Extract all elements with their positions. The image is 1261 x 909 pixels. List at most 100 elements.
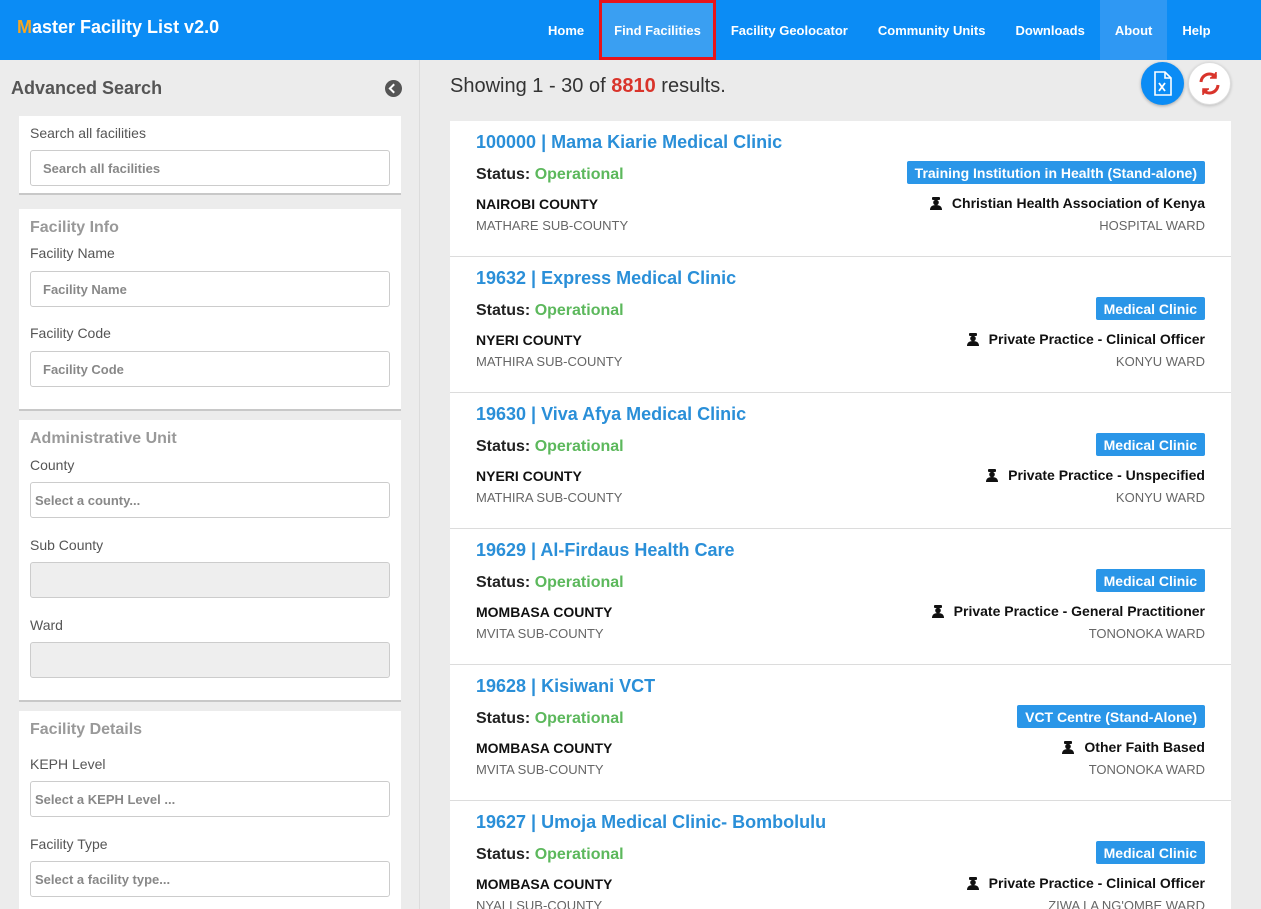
- owner-icon: [966, 876, 979, 890]
- facility-subcounty: MATHIRA SUB-COUNTY: [476, 354, 623, 369]
- facility-type-badge: VCT Centre (Stand-Alone): [1017, 705, 1205, 728]
- facility-name-input[interactable]: [30, 271, 390, 307]
- results-summary: Showing 1 - 30 of 8810 results.: [450, 75, 726, 98]
- owner-name: Private Practice - Clinical Officer: [988, 875, 1205, 891]
- export-excel-button[interactable]: [1141, 62, 1184, 105]
- search-all-input[interactable]: [30, 150, 390, 186]
- owner-icon: [929, 196, 942, 210]
- refresh-button[interactable]: [1188, 62, 1231, 105]
- list-item: 19628 | Kisiwani VCT Status: Operational…: [450, 665, 1231, 801]
- results-count: 8810: [611, 75, 656, 97]
- admin-unit-title: Administrative Unit: [30, 430, 177, 447]
- facility-owner: Private Practice - Unspecified: [986, 467, 1205, 483]
- facility-owner: Private Practice - General Practitioner: [931, 603, 1205, 619]
- facility-subcounty: NYALI SUB-COUNTY: [476, 898, 603, 909]
- keph-level-select[interactable]: Select a KEPH Level ...: [30, 781, 390, 817]
- ward-label: Ward: [30, 617, 63, 633]
- owner-icon: [986, 468, 999, 482]
- facility-owner: Other Faith Based: [1062, 739, 1205, 755]
- facility-details-title: Facility Details: [30, 721, 143, 738]
- ward-select[interactable]: [30, 642, 390, 678]
- sidebar-title: Advanced Search: [11, 78, 163, 98]
- facility-type-select[interactable]: Select a facility type...: [30, 861, 390, 897]
- status-value: Operational: [534, 846, 624, 863]
- main-nav: Home Find Facilities Facility Geolocator…: [533, 0, 1226, 60]
- facility-type-badge: Training Institution in Health (Stand-al…: [906, 161, 1205, 184]
- owner-name: Private Practice - General Practitioner: [953, 603, 1205, 619]
- nav-find-facilities[interactable]: Find Facilities: [599, 0, 716, 60]
- owner-name: Other Faith Based: [1084, 739, 1205, 755]
- keph-level-label: KEPH Level: [30, 756, 106, 772]
- facility-ward: KONYU WARD: [1115, 490, 1205, 505]
- admin-unit-panel: Administrative Unit County Select a coun…: [19, 420, 401, 702]
- county-select[interactable]: Select a county...: [30, 482, 390, 518]
- list-item: 100000 | Mama Kiarie Medical Clinic Stat…: [450, 121, 1231, 257]
- list-item: 19627 | Umoja Medical Clinic- Bombolulu …: [450, 801, 1231, 909]
- nav-about[interactable]: About: [1099, 0, 1168, 60]
- list-item: 19630 | Viva Afya Medical Clinic Status:…: [450, 393, 1231, 529]
- facility-county: MOMBASA COUNTY: [476, 740, 613, 756]
- nav-downloads[interactable]: Downloads: [1000, 0, 1099, 60]
- status-value: Operational: [534, 438, 624, 455]
- facility-county: NYERI COUNTY: [476, 468, 582, 484]
- list-item: 19632 | Express Medical Clinic Status: O…: [450, 257, 1231, 393]
- facility-subcounty: MVITA SUB-COUNTY: [476, 762, 604, 777]
- status-label: Status:: [476, 846, 531, 863]
- facility-county: NAIROBI COUNTY: [476, 196, 599, 212]
- status-label: Status:: [476, 166, 531, 183]
- facility-info-panel: Facility Info Facility Name Facility Cod…: [19, 209, 401, 411]
- owner-icon: [931, 604, 944, 618]
- facility-title-link[interactable]: 19630 | Viva Afya Medical Clinic: [476, 404, 746, 425]
- facility-ward: HOSPITAL WARD: [1099, 218, 1205, 233]
- facility-title-link[interactable]: 19629 | Al-Firdaus Health Care: [476, 540, 734, 561]
- facility-county: MOMBASA COUNTY: [476, 604, 613, 620]
- nav-home[interactable]: Home: [533, 0, 599, 60]
- facility-owner: Private Practice - Clinical Officer: [966, 331, 1205, 347]
- refresh-icon: [1199, 72, 1220, 95]
- facility-title-link[interactable]: 100000 | Mama Kiarie Medical Clinic: [476, 132, 782, 153]
- facility-status: Status: Operational: [476, 710, 624, 728]
- owner-name: Private Practice - Unspecified: [1008, 467, 1205, 483]
- facility-county: MOMBASA COUNTY: [476, 876, 613, 892]
- facility-owner: Christian Health Association of Kenya: [929, 195, 1205, 211]
- subcounty-select[interactable]: [30, 562, 390, 598]
- facility-subcounty: MATHARE SUB-COUNTY: [476, 218, 629, 233]
- advanced-search-sidebar: Advanced Search Search all facilities Fa…: [0, 60, 420, 909]
- facility-ward: TONONOKA WARD: [1088, 762, 1205, 777]
- nav-community-units[interactable]: Community Units: [863, 0, 1001, 60]
- facility-details-panel: Facility Details KEPH Level Select a KEP…: [19, 711, 401, 909]
- facility-title-link[interactable]: 19632 | Express Medical Clinic: [476, 268, 736, 289]
- facility-code-input[interactable]: [30, 351, 390, 387]
- results-prefix: Showing 1 - 30 of: [450, 75, 606, 97]
- facility-title-link[interactable]: 19627 | Umoja Medical Clinic- Bombolulu: [476, 812, 826, 833]
- chevron-left-circle-icon[interactable]: [385, 80, 402, 97]
- facility-status: Status: Operational: [476, 438, 624, 456]
- brand-logo[interactable]: Master Facility List v2.0: [17, 17, 219, 38]
- facility-ward: KONYU WARD: [1115, 354, 1205, 369]
- nav-facility-geolocator[interactable]: Facility Geolocator: [716, 0, 863, 60]
- status-value: Operational: [534, 574, 624, 591]
- facility-title-link[interactable]: 19628 | Kisiwani VCT: [476, 676, 655, 697]
- facility-status: Status: Operational: [476, 166, 624, 184]
- facility-type-label: Facility Type: [30, 836, 108, 852]
- brand-text: aster Facility List v2.0: [32, 17, 220, 37]
- status-label: Status:: [476, 302, 531, 319]
- facility-subcounty: MATHIRA SUB-COUNTY: [476, 490, 623, 505]
- brand-initial: M: [17, 17, 32, 37]
- facility-type-badge: Medical Clinic: [1095, 569, 1205, 592]
- status-value: Operational: [534, 166, 624, 183]
- facility-type-badge: Medical Clinic: [1095, 841, 1205, 864]
- facility-info-title: Facility Info: [30, 219, 119, 236]
- list-item: 19629 | Al-Firdaus Health Care Status: O…: [450, 529, 1231, 665]
- status-label: Status:: [476, 710, 531, 727]
- status-value: Operational: [534, 302, 624, 319]
- facility-ward: ZIWA LA NG'OMBE WARD: [1048, 898, 1205, 909]
- facility-status: Status: Operational: [476, 846, 624, 864]
- facility-owner: Private Practice - Clinical Officer: [966, 875, 1205, 891]
- county-label: County: [30, 457, 75, 473]
- owner-icon: [966, 332, 979, 346]
- search-panel: Search all facilities: [19, 116, 401, 195]
- facility-type-badge: Medical Clinic: [1095, 433, 1205, 456]
- facility-name-label: Facility Name: [30, 245, 115, 261]
- nav-help[interactable]: Help: [1167, 0, 1225, 60]
